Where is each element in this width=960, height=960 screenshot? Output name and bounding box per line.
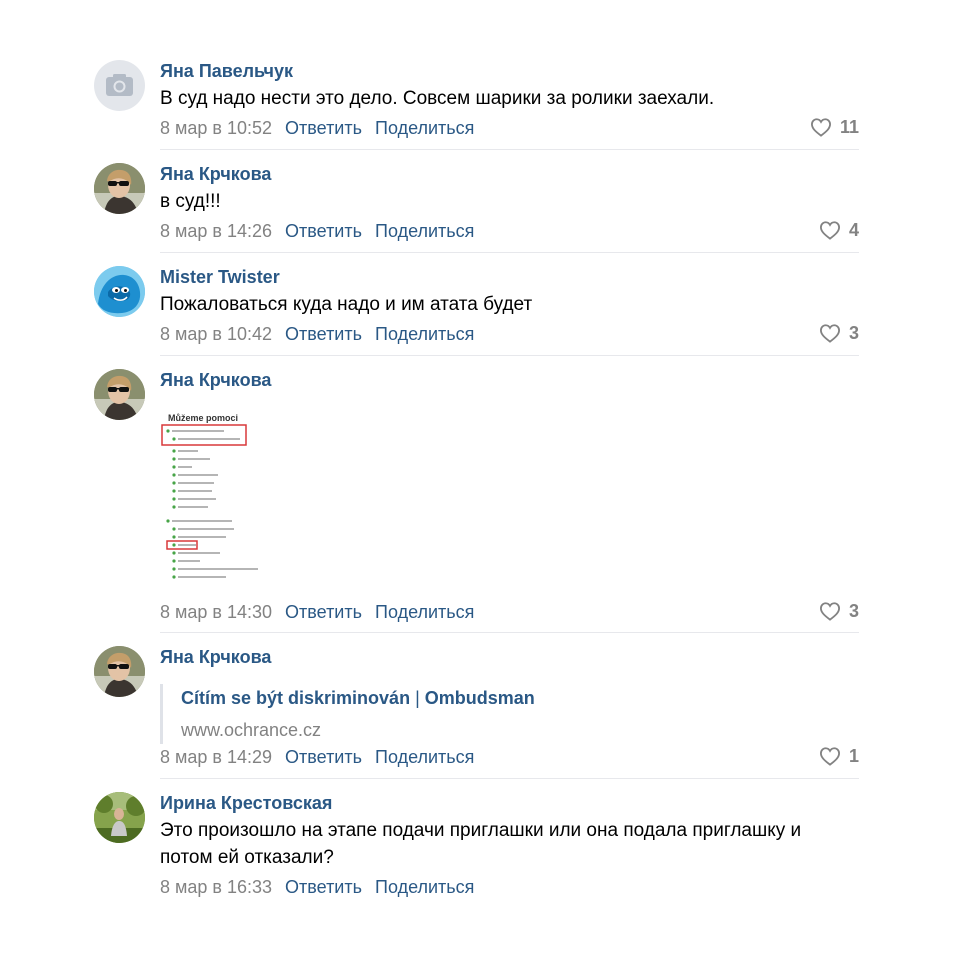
author-name[interactable]: Ирина Крестовская <box>160 792 332 814</box>
avatar[interactable] <box>94 646 145 697</box>
reply-button[interactable]: Ответить <box>285 602 362 622</box>
camera-icon <box>106 74 133 96</box>
like-button[interactable]: 11 <box>810 115 859 139</box>
comment-meta: 8 мар в 10:52 Ответить Поделиться <box>160 116 474 140</box>
user-photo-icon <box>94 163 145 214</box>
link-url[interactable]: www.ochrance.cz <box>181 720 321 741</box>
user-photo-icon <box>94 369 145 420</box>
comment-date[interactable]: 8 мар в 10:42 <box>160 324 272 344</box>
reply-button[interactable]: Ответить <box>285 221 362 241</box>
like-count: 3 <box>848 601 859 621</box>
heart-icon <box>819 324 840 343</box>
reply-button[interactable]: Ответить <box>285 877 362 897</box>
avatar-placeholder[interactable] <box>94 60 145 111</box>
avatar[interactable] <box>94 369 145 420</box>
comment-text: в суд!!! <box>160 191 221 212</box>
link-separator: | <box>415 688 420 708</box>
share-button[interactable]: Поделиться <box>375 747 474 767</box>
image-attachment[interactable]: Můžeme pomoci <box>160 405 272 587</box>
user-photo-icon <box>94 646 145 697</box>
user-photo-icon <box>94 792 145 843</box>
comment-date[interactable]: 8 мар в 14:30 <box>160 602 272 622</box>
link-site-name: Ombudsman <box>424 688 535 708</box>
reply-button[interactable]: Ответить <box>285 324 362 344</box>
comment-text: В суд надо нести это дело. Совсем шарики… <box>160 88 715 109</box>
checklist-screenshot: Můžeme pomoci <box>161 413 258 579</box>
like-button[interactable]: 4 <box>819 218 859 242</box>
share-button[interactable]: Поделиться <box>375 602 474 622</box>
comment-item: Яна Крчкова Cítím se být diskriminován |… <box>94 646 859 781</box>
share-button[interactable]: Поделиться <box>375 324 474 344</box>
like-button[interactable]: 3 <box>819 321 859 345</box>
divider <box>160 632 859 633</box>
author-name[interactable]: Яна Павельчук <box>160 60 293 82</box>
avatar[interactable] <box>94 266 145 317</box>
comment-item: Яна Крчкова Můžeme pomoci 8 мар в 14:30 … <box>94 369 859 634</box>
divider <box>160 252 859 253</box>
divider <box>160 778 859 779</box>
attachment-heading: Můžeme pomoci <box>168 413 238 423</box>
like-button[interactable]: 3 <box>819 599 859 623</box>
like-count: 3 <box>848 323 859 343</box>
share-button[interactable]: Поделиться <box>375 877 474 897</box>
comment-item: Mister Twister Пожаловаться куда надо и … <box>94 266 859 356</box>
comment-text: Это произошло на этапе подачи приглашки … <box>160 820 802 868</box>
comment-item: Яна Павельчук В суд надо нести это дело.… <box>94 60 859 150</box>
cartoon-avatar-icon <box>94 266 145 317</box>
comment-meta: 8 мар в 14:29 Ответить Поделиться <box>160 745 474 769</box>
author-name[interactable]: Яна Крчкова <box>160 369 271 391</box>
comment-meta: 8 мар в 14:30 Ответить Поделиться <box>160 600 474 624</box>
link-title-text: Cítím se být diskriminován <box>181 688 411 708</box>
author-name[interactable]: Яна Крчкова <box>160 163 271 185</box>
comment-item: Яна Крчкова в суд!!! 8 мар в 14:26 Ответ… <box>94 163 859 253</box>
reply-button[interactable]: Ответить <box>285 747 362 767</box>
share-button[interactable]: Поделиться <box>375 221 474 241</box>
comment-text: Пожаловаться куда надо и им атата будет <box>160 294 533 315</box>
heart-icon <box>819 747 840 766</box>
heart-icon <box>819 221 840 240</box>
comment-date[interactable]: 8 мар в 10:52 <box>160 118 272 138</box>
comment-date[interactable]: 8 мар в 16:33 <box>160 877 272 897</box>
divider <box>160 355 859 356</box>
like-count: 1 <box>848 746 859 766</box>
share-button[interactable]: Поделиться <box>375 118 474 138</box>
comment-item: Ирина Крестовская Это произошло на этапе… <box>94 792 859 902</box>
comment-meta: 8 мар в 14:26 Ответить Поделиться <box>160 219 474 243</box>
heart-icon <box>819 602 840 621</box>
like-button[interactable]: 1 <box>819 744 859 768</box>
comment-meta: 8 мар в 10:42 Ответить Поделиться <box>160 322 474 346</box>
link-attachment[interactable]: Cítím se být diskriminován | Ombudsman w… <box>160 684 678 744</box>
avatar[interactable] <box>94 163 145 214</box>
divider <box>160 149 859 150</box>
heart-icon <box>810 118 831 137</box>
comment-date[interactable]: 8 мар в 14:26 <box>160 221 272 241</box>
comment-date[interactable]: 8 мар в 14:29 <box>160 747 272 767</box>
comment-meta: 8 мар в 16:33 Ответить Поделиться <box>160 875 474 899</box>
reply-button[interactable]: Ответить <box>285 118 362 138</box>
author-name[interactable]: Яна Крчкова <box>160 646 271 668</box>
avatar[interactable] <box>94 792 145 843</box>
author-name[interactable]: Mister Twister <box>160 266 280 288</box>
link-title[interactable]: Cítím se být diskriminován | Ombudsman <box>181 688 535 709</box>
like-count: 4 <box>848 220 859 240</box>
like-count: 11 <box>839 117 859 137</box>
